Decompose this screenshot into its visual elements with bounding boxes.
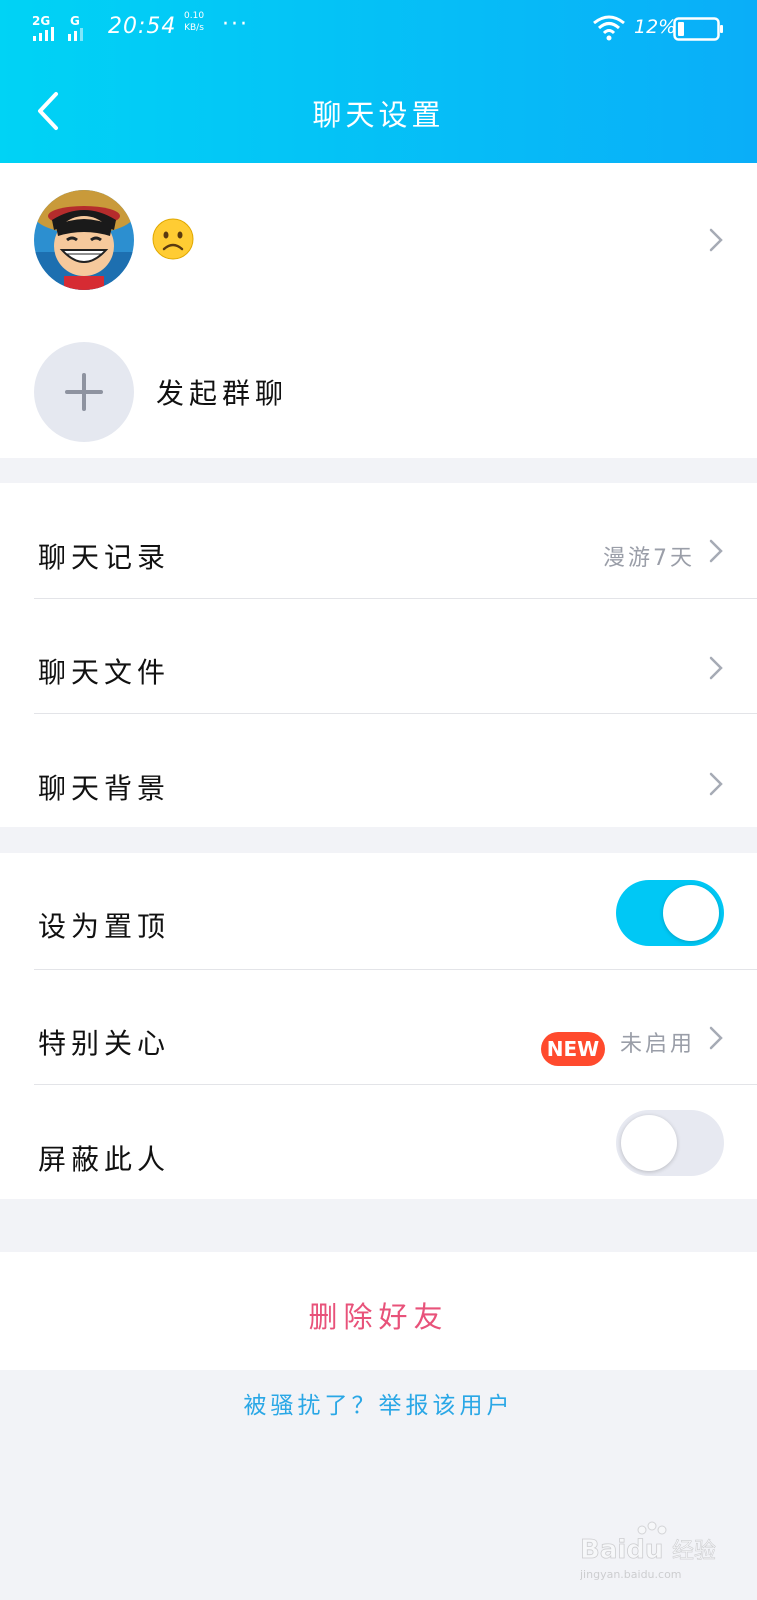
page-title: 聊天设置: [312, 98, 445, 132]
status-bar: 2G G 20:54 0.10 KB/s ··· 12%: [0, 0, 757, 56]
avatar[interactable]: [34, 190, 134, 290]
special-care-value: 未启用: [619, 1032, 695, 1057]
toggle-knob: [621, 1115, 677, 1171]
pin-to-top-toggle[interactable]: [616, 880, 724, 946]
start-group-chat-label: 发起群聊: [156, 377, 289, 410]
network-speed: 0.10 KB/s: [184, 10, 204, 34]
chevron-right-icon: [709, 228, 723, 252]
signal-icon: 2G G: [32, 14, 83, 41]
chat-history-label: 聊天记录: [38, 541, 171, 574]
divider: [34, 1084, 757, 1085]
network-speed-unit: KB/s: [184, 23, 204, 33]
block-user-label: 屏蔽此人: [38, 1143, 171, 1176]
chevron-right-icon: [709, 539, 723, 563]
chevron-right-icon: [709, 772, 723, 796]
chat-history-value: 漫游7天: [603, 546, 695, 571]
svg-text:G: G: [70, 14, 80, 28]
report-user-link[interactable]: 被骚扰了？举报该用户: [0, 1386, 757, 1420]
svg-text:jingyan.baidu.com: jingyan.baidu.com: [580, 1568, 682, 1581]
start-group-chat-button[interactable]: [34, 342, 134, 442]
network-speed-value: 0.10: [184, 11, 205, 21]
battery-percent: 12%: [634, 16, 677, 38]
avatar-image: [34, 190, 134, 290]
battery-icon: [673, 17, 723, 41]
toggle-knob: [663, 885, 719, 941]
delete-friend-label: 删除好友: [308, 1300, 449, 1334]
delete-friend-button[interactable]: 删除好友: [0, 1252, 757, 1370]
chat-background-label: 聊天背景: [38, 772, 171, 805]
baidu-jingyan-watermark: Baidu 经验 jingyan.baidu.com: [580, 1521, 716, 1581]
chevron-right-icon: [709, 656, 723, 680]
new-badge: NEW: [541, 1032, 605, 1066]
svg-text:2G: 2G: [32, 14, 50, 28]
svg-text:Baidu: Baidu: [580, 1535, 663, 1565]
pin-to-top-label: 设为置顶: [38, 910, 171, 943]
block-user-toggle[interactable]: [616, 1110, 724, 1176]
special-care-label: 特别关心: [38, 1027, 171, 1060]
chat-files-label: 聊天文件: [38, 656, 171, 689]
chevron-right-icon: [709, 1026, 723, 1050]
header-bar: 2G G 20:54 0.10 KB/s ··· 12% 聊天设置: [0, 0, 757, 163]
status-time: 20:54: [108, 14, 177, 39]
wifi-icon: [593, 15, 625, 41]
more-notifications-icon: ···: [222, 12, 249, 37]
svg-text:经验: 经验: [672, 1539, 716, 1564]
frowning-face-emoji: [152, 218, 194, 260]
